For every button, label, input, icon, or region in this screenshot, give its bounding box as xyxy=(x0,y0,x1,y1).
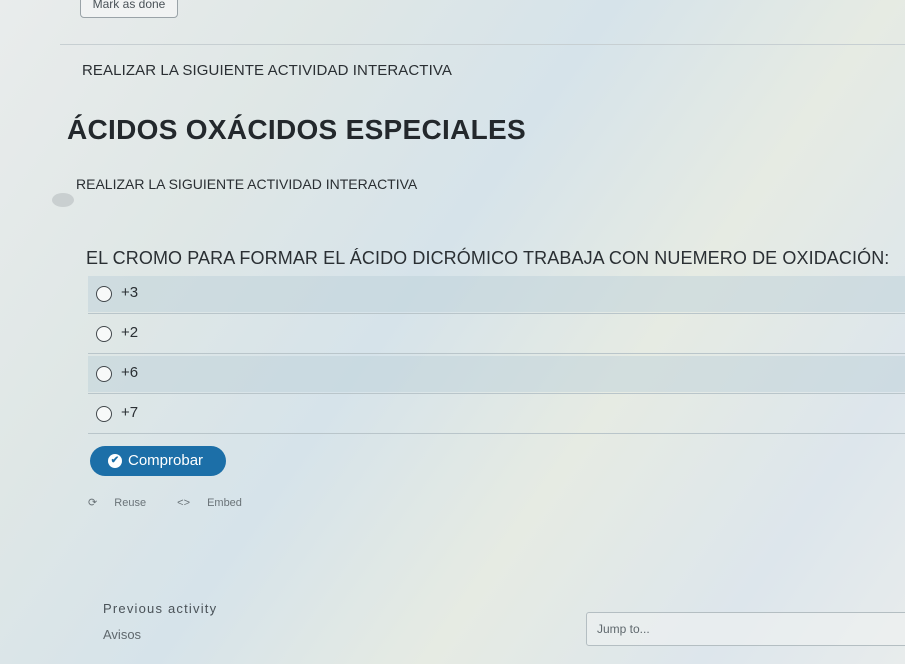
embed-label: Embed xyxy=(207,497,242,509)
activity-intro-top: REALIZAR LA SIGUIENTE ACTIVIDAD INTERACT… xyxy=(82,62,452,79)
embed-link[interactable]: <> Embed xyxy=(177,497,256,509)
page-title: ÁCIDOS OXÁCIDOS ESPECIALES xyxy=(67,114,526,145)
divider xyxy=(88,313,905,314)
radio-button[interactable] xyxy=(96,326,112,342)
radio-button[interactable] xyxy=(96,366,112,382)
quiz-option-2[interactable]: +2 xyxy=(88,316,905,352)
divider xyxy=(60,44,905,45)
quiz-option-3[interactable]: +6 xyxy=(88,356,905,392)
quiz-option-1[interactable]: +3 xyxy=(88,276,905,312)
radio-button[interactable] xyxy=(96,286,112,302)
mark-as-done-button[interactable]: Mark as done xyxy=(80,0,178,18)
check-answer-label: Comprobar xyxy=(128,452,204,469)
jump-to-select[interactable]: Jump to... xyxy=(586,612,905,646)
radio-button[interactable] xyxy=(96,406,112,422)
divider xyxy=(88,353,905,354)
activity-intro-bottom: REALIZAR LA SIGUIENTE ACTIVIDAD INTERACT… xyxy=(76,176,418,192)
check-answer-button[interactable]: ✔ Comprobar xyxy=(90,446,226,476)
option-label: +2 xyxy=(121,324,139,341)
option-label: +7 xyxy=(121,404,139,421)
divider xyxy=(88,433,905,434)
previous-activity-link[interactable]: Avisos xyxy=(103,627,141,642)
quiz-option-4[interactable]: +7 xyxy=(88,396,905,432)
previous-activity-label: Previous activity xyxy=(103,601,218,616)
option-label: +3 xyxy=(121,284,139,301)
reuse-icon: ⟳ xyxy=(88,497,98,509)
reuse-label: Reuse xyxy=(114,497,147,509)
quiz-footer-links: ⟳ Reuse <> Embed xyxy=(88,496,270,509)
divider xyxy=(88,393,905,394)
quiz-question: EL CROMO PARA FORMAR EL ÁCIDO DICRÓMICO … xyxy=(86,248,890,268)
embed-icon: <> xyxy=(177,497,190,509)
option-label: +6 xyxy=(121,364,139,381)
drag-handle-icon xyxy=(52,193,74,207)
reuse-link[interactable]: ⟳ Reuse xyxy=(88,496,160,509)
check-circle-icon: ✔ xyxy=(108,454,122,468)
